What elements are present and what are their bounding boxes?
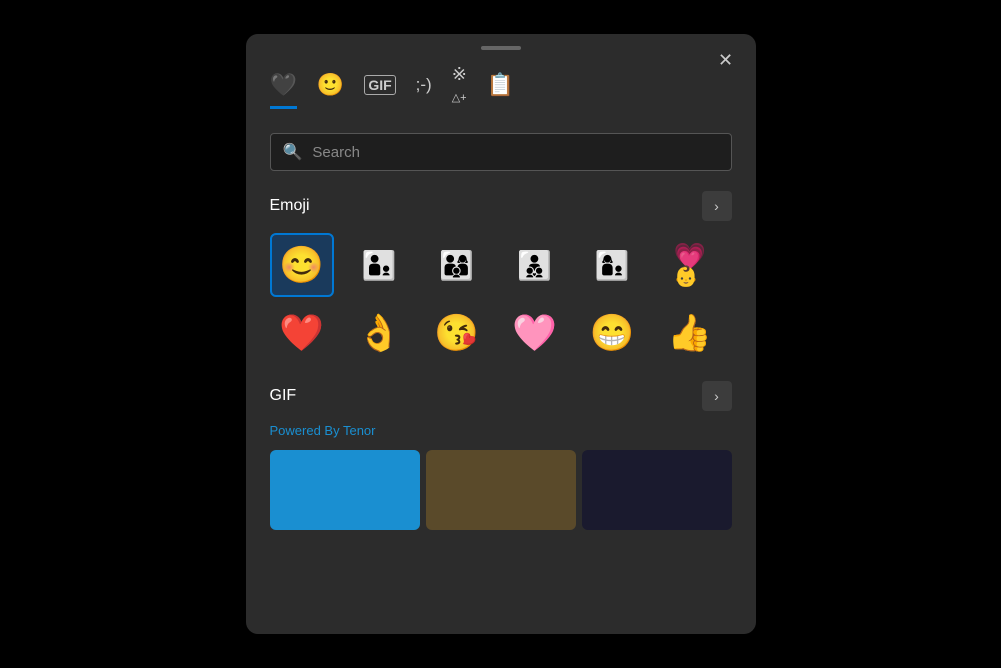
content-area: Emoji › 😊 👨‍👦 👨‍👩‍👦 👨‍👦‍👦 👩‍👦 💗👶	[246, 183, 756, 634]
tab-bar: 🖤 🙂 GIF ;-) ※△+ 📋	[246, 56, 756, 117]
emoji-more-button[interactable]: ›	[702, 191, 732, 221]
emoji-family-two-boys[interactable]: 👨‍👦‍👦	[502, 233, 566, 297]
gif-section: GIF › Powered By Tenor	[270, 381, 732, 530]
search-box: 🔍	[270, 133, 732, 171]
tab-symbols[interactable]: ※△+	[452, 64, 467, 117]
tab-recent[interactable]: 🖤	[270, 72, 297, 109]
emoji-kissing-face[interactable]: 😘	[425, 301, 489, 365]
emoji-beaming-face[interactable]: 😁	[580, 301, 644, 365]
powered-by-tenor[interactable]: Powered By Tenor	[270, 423, 732, 438]
tab-clipboard[interactable]: 📋	[487, 72, 514, 109]
clipboard-icon: 📋	[487, 72, 514, 98]
emoji-panel: ✕ 🖤 🙂 GIF ;-) ※△+ 📋 🔍 Emoj	[246, 34, 756, 634]
symbols-icon: ※△+	[452, 64, 467, 106]
emoji-red-heart[interactable]: ❤️	[270, 301, 334, 365]
search-icon: 🔍	[283, 142, 303, 162]
emoji-section-title: Emoji	[270, 197, 310, 215]
emoji-icon: 🙂	[317, 72, 344, 98]
gif-section-title: GIF	[270, 387, 297, 405]
gif-more-button[interactable]: ›	[702, 381, 732, 411]
search-area: 🔍	[246, 117, 756, 183]
emoji-family-heart[interactable]: 💗👶	[658, 233, 722, 297]
emoji-family-man-woman-boy[interactable]: 👨‍👩‍👦	[425, 233, 489, 297]
drag-handle	[481, 46, 521, 50]
emoji-pink-heart[interactable]: 🩷	[502, 301, 566, 365]
close-button[interactable]: ✕	[712, 46, 740, 74]
emoji-grid: 😊 👨‍👦 👨‍👩‍👦 👨‍👦‍👦 👩‍👦 💗👶 ❤️ 👌 😘	[270, 233, 732, 365]
emoji-smiling-face[interactable]: 😊	[270, 233, 334, 297]
tab-emoji[interactable]: 🙂	[317, 72, 344, 109]
gif-thumbnail-3[interactable]	[582, 450, 732, 530]
emoji-thumbs-up[interactable]: 👍	[658, 301, 722, 365]
kaomoji-icon: ;-)	[416, 75, 432, 95]
tab-gif[interactable]: GIF	[364, 75, 395, 106]
gif-thumbnail-2[interactable]	[426, 450, 576, 530]
recent-icon: 🖤	[270, 72, 297, 98]
search-input[interactable]	[312, 144, 718, 161]
gif-thumbnail-1[interactable]	[270, 450, 420, 530]
emoji-family-man-boy[interactable]: 👨‍👦	[347, 233, 411, 297]
emoji-family-orange[interactable]: 👩‍👦	[580, 233, 644, 297]
gif-icon: GIF	[364, 75, 395, 95]
gif-grid	[270, 450, 732, 530]
emoji-section-header: Emoji ›	[270, 191, 732, 221]
drag-handle-area	[246, 34, 756, 56]
emoji-ok-hand[interactable]: 👌	[347, 301, 411, 365]
gif-section-header: GIF ›	[270, 381, 732, 411]
tab-kaomoji[interactable]: ;-)	[416, 75, 432, 106]
